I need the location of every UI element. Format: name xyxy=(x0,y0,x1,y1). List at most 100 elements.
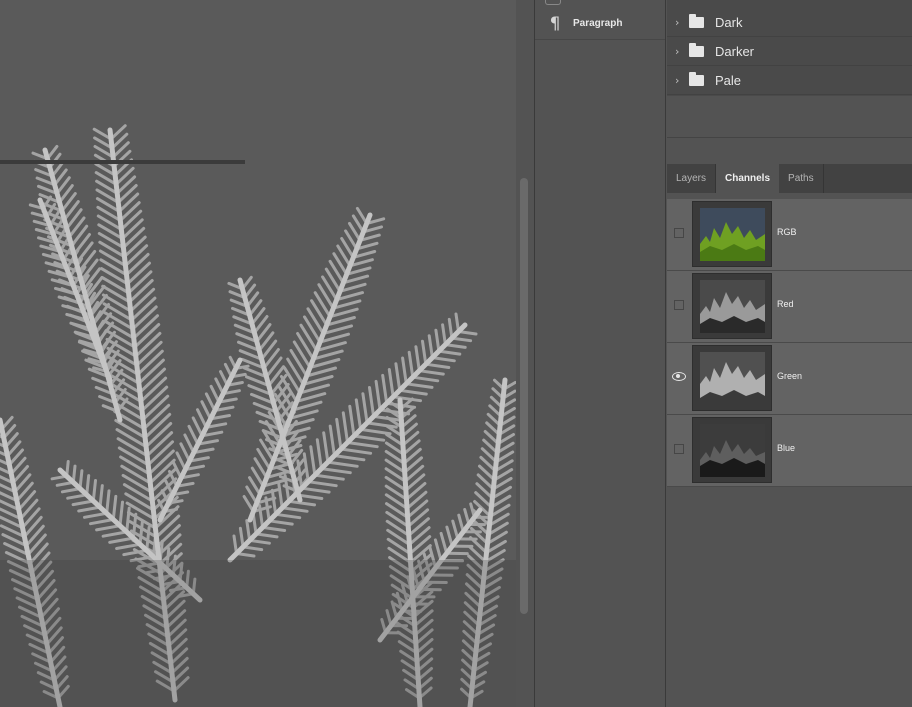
red-thumbnail-image xyxy=(700,280,765,333)
character-panel-icon[interactable] xyxy=(545,0,561,5)
tab-channels[interactable]: Channels xyxy=(716,164,780,193)
pine-needle xyxy=(115,428,148,449)
canvas-vertical-scrollbar[interactable] xyxy=(516,0,534,707)
pine-needle xyxy=(401,356,408,386)
pine-needle xyxy=(117,192,140,213)
visibility-toggle[interactable] xyxy=(674,444,684,454)
pine-needle xyxy=(326,460,359,468)
pine-needle xyxy=(300,486,331,494)
tab-paths[interactable]: Paths xyxy=(779,164,824,193)
collapsed-panel-dock: ¶ Paragraph xyxy=(534,0,666,707)
pine-needle xyxy=(374,379,382,412)
pine-needle xyxy=(361,392,369,425)
branch-stem xyxy=(227,322,468,563)
pine-needle xyxy=(261,525,287,532)
pine-needle xyxy=(417,369,445,376)
pine-needle xyxy=(406,499,429,519)
channel-row-green[interactable]: Green xyxy=(667,343,912,415)
pine-needle xyxy=(127,270,153,295)
scrollbar-thumb[interactable] xyxy=(520,178,528,614)
channel-name: RGB xyxy=(777,227,797,237)
pilcrow-icon: ¶ xyxy=(549,13,561,34)
chevron-right-icon[interactable]: › xyxy=(675,16,685,29)
pine-needle xyxy=(414,345,421,373)
folder-name: Darker xyxy=(715,43,755,59)
folder-row-pale[interactable]: › Pale xyxy=(667,66,912,95)
pine-needle xyxy=(277,481,284,510)
pine-needle xyxy=(368,386,376,418)
eye-icon[interactable] xyxy=(672,372,686,381)
pine-needle xyxy=(71,499,95,507)
pine-needle xyxy=(118,201,141,222)
pine-needle xyxy=(365,421,398,429)
pine-needle xyxy=(433,538,443,563)
channels-panel: Layers Channels Paths RGB Red Green Blue xyxy=(667,164,912,707)
pine-needle xyxy=(407,526,431,546)
rgb-thumbnail-image xyxy=(700,208,765,261)
pine-needle xyxy=(118,500,124,528)
pine-needle xyxy=(394,362,402,392)
pine-needle xyxy=(120,464,152,485)
pine-needle xyxy=(289,349,309,378)
tab-layers[interactable]: Layers xyxy=(667,164,717,193)
channel-name: Green xyxy=(777,371,803,381)
pine-needle xyxy=(254,532,279,539)
pine-needle xyxy=(348,404,356,438)
pine-needle xyxy=(95,524,122,532)
channel-row-red[interactable]: Red xyxy=(667,271,912,343)
pine-needle xyxy=(309,445,317,477)
pine-needle xyxy=(328,424,336,458)
pine-needle xyxy=(120,218,144,241)
folder-row-dark[interactable]: › Dark xyxy=(667,8,912,37)
pine-needle xyxy=(280,506,309,513)
pine-needle xyxy=(339,447,373,455)
pine-needle xyxy=(424,362,451,369)
pine-needle xyxy=(306,480,338,488)
folder-row-darker[interactable]: › Darker xyxy=(667,37,912,66)
pine-needle xyxy=(427,334,434,360)
pine-needle xyxy=(131,305,158,331)
folder-name: Pale xyxy=(715,72,742,88)
pine-needle xyxy=(398,388,428,396)
pine-needle xyxy=(430,356,456,363)
pine-needle xyxy=(387,368,395,399)
pine-needle xyxy=(303,315,322,344)
green-thumbnail-image xyxy=(700,352,765,405)
channel-row-rgb[interactable]: RGB xyxy=(667,199,912,271)
channel-name: Blue xyxy=(777,443,796,453)
pine-needle xyxy=(89,518,115,526)
pine-needle xyxy=(122,235,147,259)
pine-needle xyxy=(83,511,109,519)
pine-needle xyxy=(124,244,149,268)
channel-row-blue[interactable]: Blue xyxy=(667,415,912,487)
pine-needle xyxy=(130,296,157,322)
folder-list: › Dark › Darker › Pale xyxy=(667,0,912,96)
pine-needle xyxy=(98,484,104,509)
chevron-right-icon[interactable]: › xyxy=(675,45,685,58)
pine-needle xyxy=(105,489,111,515)
chevron-right-icon[interactable]: › xyxy=(675,74,685,87)
channel-thumbnail xyxy=(692,417,772,483)
visibility-toggle[interactable] xyxy=(674,228,684,238)
pine-needle xyxy=(332,454,366,462)
channel-thumbnail xyxy=(692,273,772,339)
pine-needle xyxy=(359,427,392,436)
document-canvas[interactable] xyxy=(0,0,516,707)
pine-needle xyxy=(352,434,386,442)
paragraph-panel-button[interactable]: ¶ Paragraph xyxy=(535,8,665,40)
pine-needle xyxy=(125,252,150,277)
pine-needle xyxy=(24,524,45,548)
pine-needle xyxy=(108,536,135,544)
visibility-toggle[interactable] xyxy=(674,300,684,310)
pine-needle xyxy=(407,517,430,537)
pine-needle xyxy=(274,512,302,520)
pine-needle xyxy=(292,340,312,369)
panel-splitter[interactable] xyxy=(0,160,245,164)
paragraph-label: Paragraph xyxy=(573,18,623,29)
pine-needle xyxy=(138,519,144,546)
pine-needle xyxy=(411,375,440,383)
pine-needle xyxy=(302,452,310,484)
branch-stem xyxy=(157,357,243,523)
pine-needle xyxy=(119,209,143,231)
pine-needle xyxy=(408,535,432,555)
